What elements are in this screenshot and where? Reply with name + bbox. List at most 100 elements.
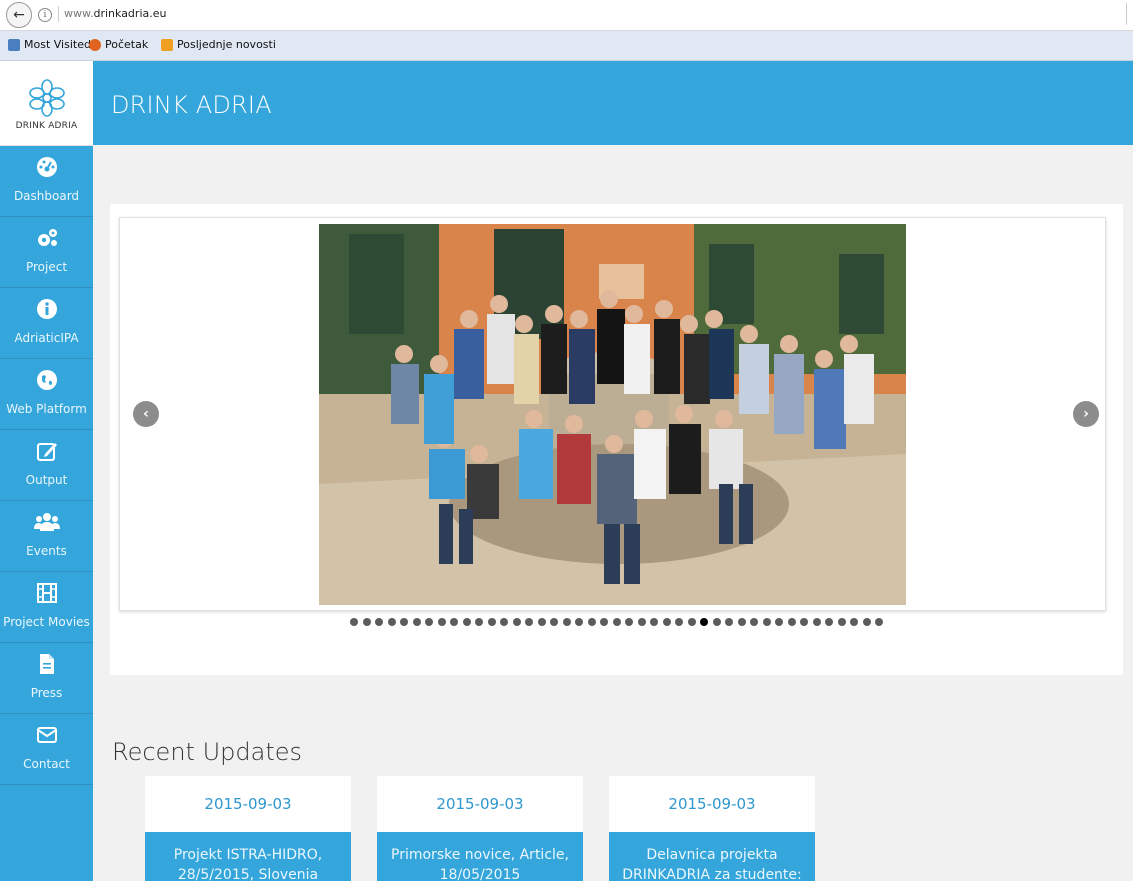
gears-icon <box>37 229 57 246</box>
update-date: 2015-09-03 <box>668 795 756 813</box>
carousel-indicator-dot[interactable] <box>862 618 871 626</box>
site-info-icon[interactable]: i <box>38 8 52 22</box>
carousel-next-button[interactable]: › <box>1073 401 1099 427</box>
carousel-indicator-dot[interactable] <box>712 618 721 626</box>
nav-item-press[interactable]: Press <box>0 643 93 714</box>
carousel-indicator-dot[interactable] <box>437 618 446 626</box>
carousel-indicator-dot[interactable] <box>812 618 821 626</box>
bookmark-pocetak[interactable]: Početak <box>89 38 148 51</box>
nav-label: Project Movies <box>3 615 90 629</box>
carousel-indicator-dot[interactable] <box>537 618 546 626</box>
carousel-indicator-dot[interactable] <box>475 618 483 626</box>
carousel-indicator-dot[interactable] <box>700 618 708 626</box>
bookmark-label: Most Visited <box>24 38 91 51</box>
carousel-slide: ‹ › <box>119 217 1106 611</box>
carousel-indicator-dot[interactable] <box>350 618 358 626</box>
carousel-indicator-dot[interactable] <box>600 618 608 626</box>
update-title-line: 18/05/2015 <box>439 867 521 881</box>
carousel-indicator-dot[interactable] <box>550 618 558 626</box>
carousel-indicator-dot[interactable] <box>487 618 496 626</box>
carousel-indicator-dot[interactable] <box>725 618 733 626</box>
carousel-indicator-dot[interactable] <box>762 618 771 626</box>
carousel-indicator-dot[interactable] <box>400 618 408 626</box>
carousel-indicator-dot[interactable] <box>875 618 883 626</box>
carousel-indicator-dot[interactable] <box>825 618 833 626</box>
firefox-icon <box>89 38 101 51</box>
envelope-icon <box>36 727 57 743</box>
carousel-indicator-dot[interactable] <box>575 618 583 626</box>
carousel-indicator-dot[interactable] <box>787 618 796 626</box>
nav-item-web-platform[interactable]: Web Platform <box>0 359 93 430</box>
nav-item-contact[interactable]: Contact <box>0 714 93 785</box>
update-title-line: 28/5/2015, Slovenia <box>177 867 319 881</box>
bookmark-label: Posljednje novosti <box>177 38 276 51</box>
top-header: DRINK ADRIA <box>93 61 1133 145</box>
carousel-indicator-dot[interactable] <box>637 618 646 626</box>
carousel-indicator-dot[interactable] <box>687 618 696 626</box>
bookmark-most-visited[interactable]: Most Visited <box>8 38 91 51</box>
carousel-indicator-dot[interactable] <box>737 618 746 626</box>
update-date: 2015-09-03 <box>436 795 524 813</box>
url-field[interactable]: www.drinkadria.eu <box>64 7 166 20</box>
group-photo-image <box>319 224 906 605</box>
carousel-indicator-dot[interactable] <box>562 618 571 626</box>
update-title-line: Projekt ISTRA-HIDRO, <box>173 847 323 863</box>
carousel-prev-button[interactable]: ‹ <box>133 401 159 427</box>
bookmark-posljednje-novosti[interactable]: Posljednje novosti <box>161 38 276 51</box>
edit-icon <box>36 443 57 461</box>
nav-item-events[interactable]: Events <box>0 501 93 572</box>
nav-label: AdriaticIPA <box>14 331 79 345</box>
logo-text: DRINK ADRIA <box>15 121 78 131</box>
file-icon <box>39 654 54 674</box>
globe-icon <box>36 370 57 390</box>
carousel-indicator-dot[interactable] <box>775 618 783 626</box>
carousel-indicator-dot[interactable] <box>500 618 508 626</box>
carousel-indicator-dot[interactable] <box>662 618 671 626</box>
carousel-indicator-dot[interactable] <box>512 618 521 626</box>
update-card[interactable]: 2015-09-03 Delavnica projekta DRINKADRIA… <box>609 776 815 881</box>
browser-url-bar: ← i www.drinkadria.eu <box>0 0 1133 31</box>
back-button[interactable]: ← <box>6 2 32 28</box>
update-summary[interactable]: Projekt ISTRA-HIDRO, 28/5/2015, Slovenia <box>145 832 351 881</box>
carousel-indicator-dot[interactable] <box>362 618 371 626</box>
nav-label: Press <box>30 686 63 700</box>
nav-label: Project <box>25 260 68 274</box>
carousel-indicator-dot[interactable] <box>837 618 846 626</box>
carousel-indicator-dot[interactable] <box>800 618 808 626</box>
info-icon <box>36 299 57 319</box>
carousel-indicator-dot[interactable] <box>412 618 421 626</box>
carousel-indicator-dot[interactable] <box>750 618 758 626</box>
update-title-line: DRINKADRIA za studente: <box>622 867 802 881</box>
carousel-indicator-dot[interactable] <box>625 618 633 626</box>
nav-item-output[interactable]: Output <box>0 430 93 501</box>
nav-label: Output <box>25 473 68 487</box>
carousel-indicator-dot[interactable] <box>850 618 858 626</box>
carousel-indicator-dot[interactable] <box>425 618 433 626</box>
carousel-panel: ‹ › <box>110 204 1123 675</box>
update-card[interactable]: 2015-09-03 Primorske novice, Article, 18… <box>377 776 583 881</box>
url-separator <box>58 6 59 22</box>
nav-item-project[interactable]: Project <box>0 217 93 288</box>
nav-item-adriaticipa[interactable]: AdriaticIPA <box>0 288 93 359</box>
carousel-indicator-dot[interactable] <box>612 618 621 626</box>
carousel-indicator-dot[interactable] <box>375 618 383 626</box>
nav-item-project-movies[interactable]: Project Movies <box>0 572 93 643</box>
carousel-indicator-dot[interactable] <box>525 618 533 626</box>
nav-label: Contact <box>23 757 70 771</box>
dashboard-icon <box>36 157 57 177</box>
carousel-indicator-dot[interactable] <box>587 618 596 626</box>
users-icon <box>33 513 60 531</box>
carousel-indicator-dot[interactable] <box>675 618 683 626</box>
carousel-indicators <box>160 618 1073 630</box>
update-summary[interactable]: Delavnica projekta DRINKADRIA za student… <box>609 832 815 881</box>
nav-item-dashboard[interactable]: Dashboard <box>0 146 93 217</box>
update-card[interactable]: 2015-09-03 Projekt ISTRA-HIDRO, 28/5/201… <box>145 776 351 881</box>
logo[interactable]: DRINK ADRIA <box>0 61 93 146</box>
carousel-indicator-dot[interactable] <box>387 618 396 626</box>
carousel-indicator-dot[interactable] <box>450 618 458 626</box>
recent-updates-heading: Recent Updates <box>112 738 302 766</box>
rss-icon <box>161 38 173 51</box>
carousel-indicator-dot[interactable] <box>462 618 471 626</box>
carousel-indicator-dot[interactable] <box>650 618 658 626</box>
update-summary[interactable]: Primorske novice, Article, 18/05/2015 <box>377 832 583 881</box>
